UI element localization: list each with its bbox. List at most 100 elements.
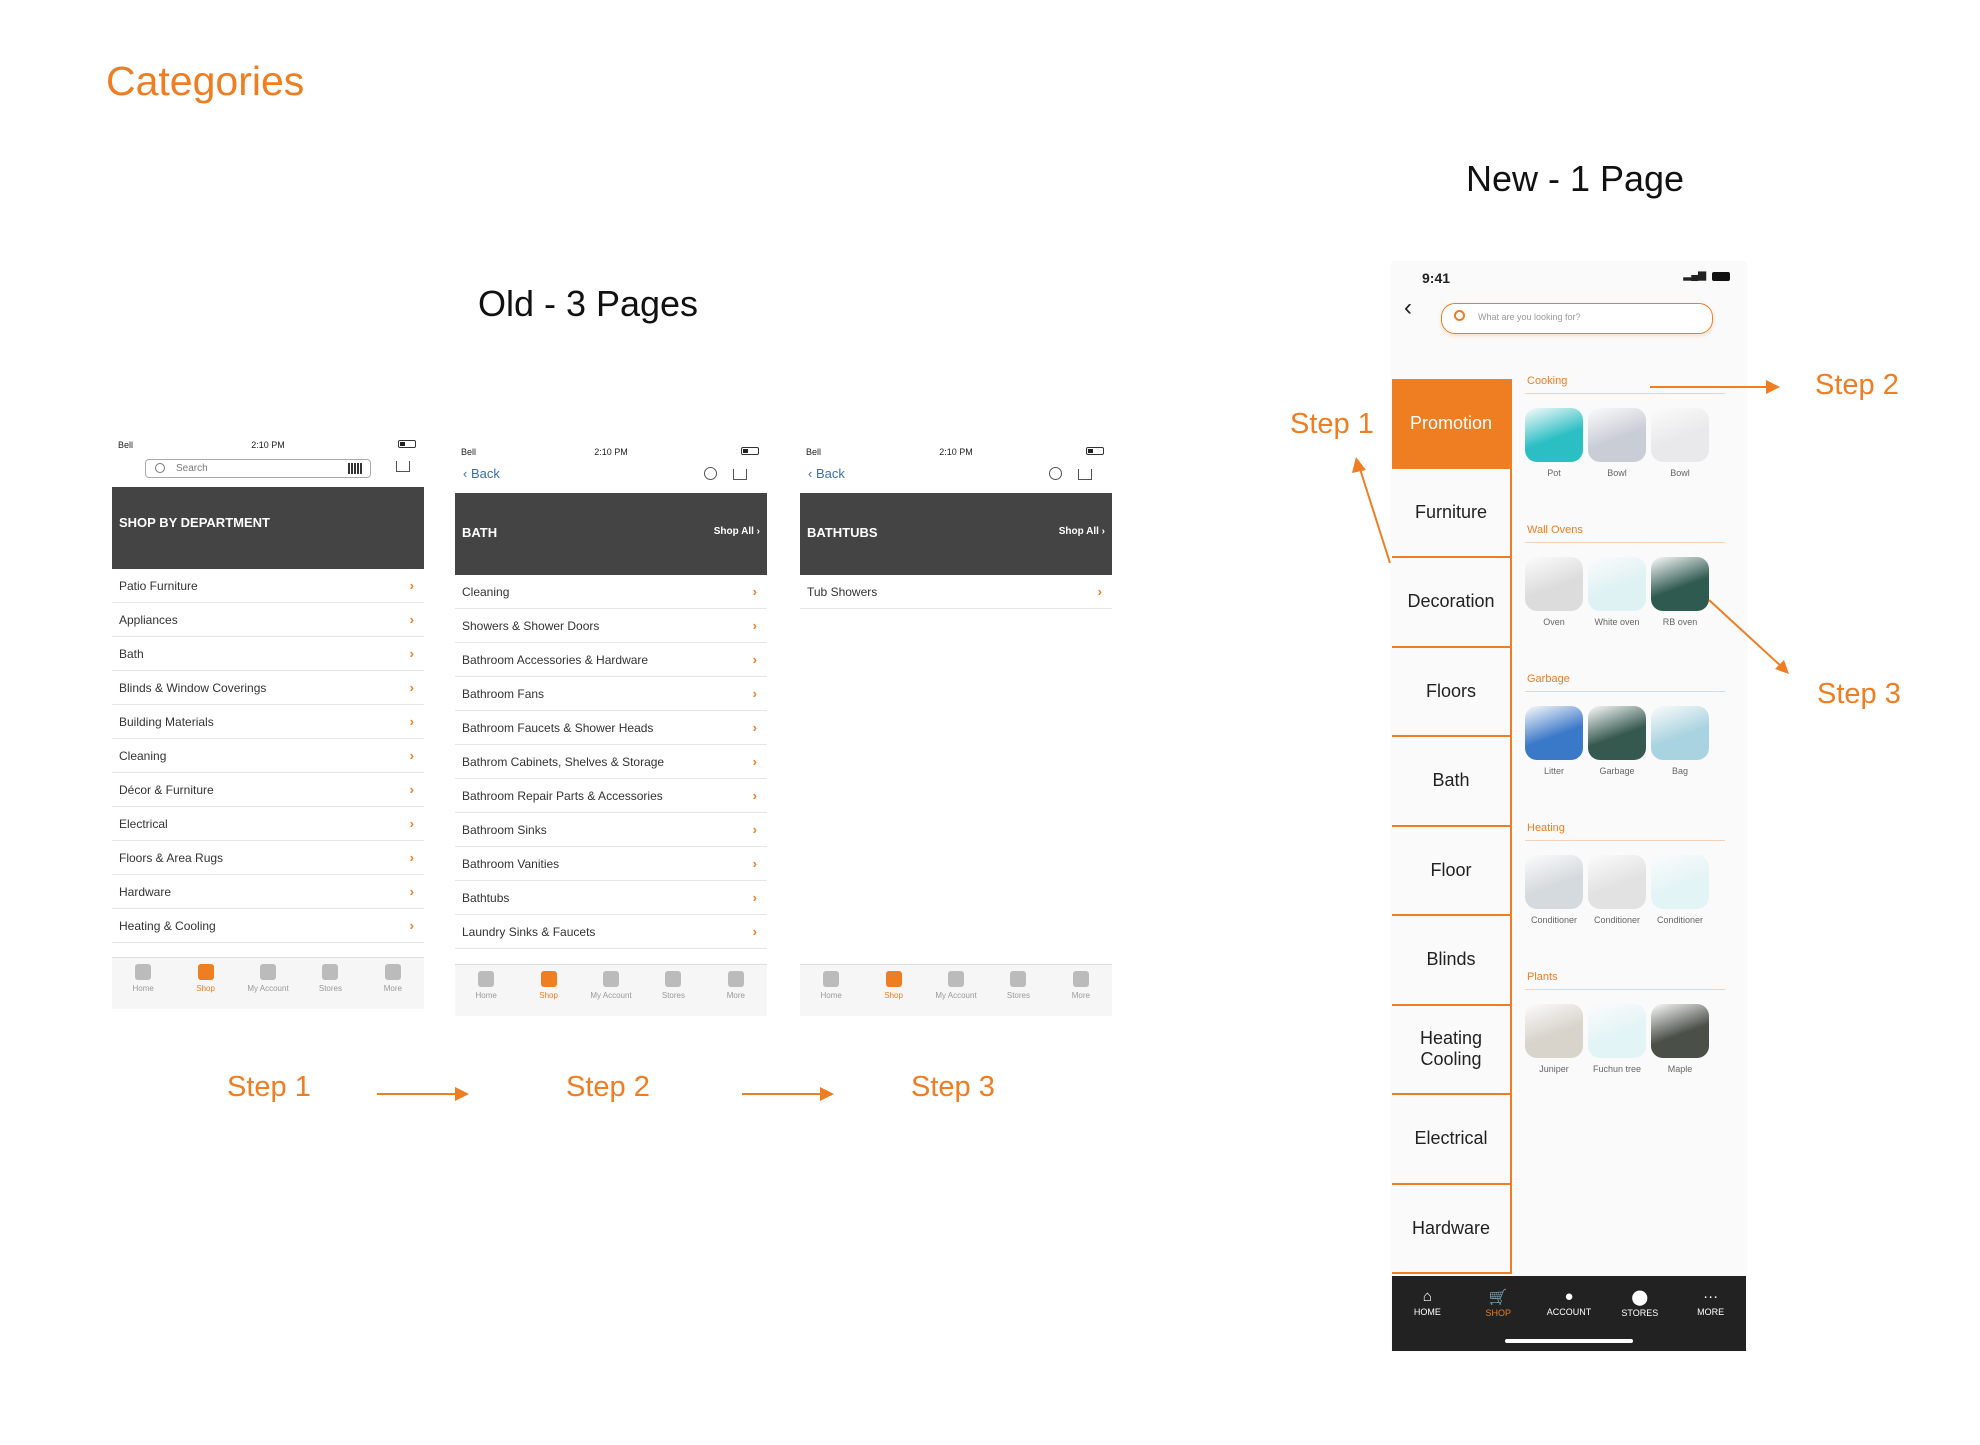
tab-my-account[interactable]: My Account xyxy=(237,958,299,1009)
battery-icon xyxy=(741,447,759,455)
tab-more[interactable]: More xyxy=(1050,965,1112,1016)
back-button[interactable]: ‹ Back xyxy=(463,466,500,481)
status-bar: Bell 2:10 PM xyxy=(455,447,767,461)
list-item-label: Appliances xyxy=(119,613,178,627)
shop-all-link[interactable]: Shop All › xyxy=(1059,526,1105,537)
list-item[interactable]: Appliances › xyxy=(112,603,424,637)
product-tile[interactable]: RB oven xyxy=(1651,557,1709,627)
section-title: Garbage xyxy=(1527,673,1570,685)
search-icon[interactable] xyxy=(1049,467,1062,480)
status-bar: Bell 2:10 PM xyxy=(112,440,424,454)
sidebar-item-decoration[interactable]: Decoration xyxy=(1392,558,1510,648)
list-item[interactable]: Bathroom Sinks › xyxy=(455,813,767,847)
list-item[interactable]: Patio Furniture › xyxy=(112,569,424,603)
list-item[interactable]: Electrical › xyxy=(112,807,424,841)
list-item[interactable]: Bath › xyxy=(112,637,424,671)
nav-more[interactable]: ··· MORE xyxy=(1675,1276,1746,1351)
tab-shop[interactable]: Shop xyxy=(517,965,579,1016)
sidebar-item-bath[interactable]: Bath xyxy=(1392,737,1510,827)
sidebar-item-heating-cooling[interactable]: Heating Cooling xyxy=(1392,1005,1510,1095)
back-button[interactable]: ‹ Back xyxy=(808,466,845,481)
list-item[interactable]: Blinds & Window Coverings › xyxy=(112,671,424,705)
barcode-icon[interactable] xyxy=(348,463,362,474)
tab-home[interactable]: Home xyxy=(455,965,517,1016)
list-item[interactable]: Tub Showers › xyxy=(800,575,1112,609)
product-tile[interactable]: White oven xyxy=(1588,557,1646,627)
list-item[interactable]: Bathroom Repair Parts & Accessories › xyxy=(455,779,767,813)
tab-label: My Account xyxy=(935,991,977,1000)
search-input[interactable]: What are you looking for? xyxy=(1441,303,1713,334)
list-item[interactable]: Cleaning › xyxy=(112,739,424,773)
product-tile[interactable]: Oven xyxy=(1525,557,1583,627)
product-tile[interactable]: Fuchun tree xyxy=(1588,1004,1646,1074)
tab-bar: Home Shop My Account Stores More xyxy=(800,964,1112,1016)
list-item[interactable]: Décor & Furniture › xyxy=(112,773,424,807)
tab-more[interactable]: More xyxy=(705,965,767,1016)
back-chevron-icon[interactable]: ‹ xyxy=(1404,294,1412,322)
list-item[interactable]: Building Materials › xyxy=(112,705,424,739)
tab-label: Stores xyxy=(1006,991,1030,1000)
old-heading: Old - 3 Pages xyxy=(477,283,699,324)
list-item[interactable]: Cleaning › xyxy=(455,575,767,609)
tab-my-account[interactable]: My Account xyxy=(925,965,987,1016)
nav-home[interactable]: ⌂ HOME xyxy=(1392,1276,1463,1351)
product-tile[interactable]: Conditioner xyxy=(1525,855,1583,925)
sidebar-item-electrical[interactable]: Electrical xyxy=(1392,1095,1510,1185)
tab-my-account[interactable]: My Account xyxy=(580,965,642,1016)
tab-shop[interactable]: Shop xyxy=(862,965,924,1016)
product-tile[interactable]: Bowl xyxy=(1651,408,1709,478)
list-item[interactable]: Heating & Cooling › xyxy=(112,909,424,943)
tab-shop[interactable]: Shop xyxy=(174,958,236,1009)
product-image xyxy=(1588,408,1646,462)
list-item[interactable]: Bathrom Cabinets, Shelves & Storage › xyxy=(455,745,767,779)
list-item[interactable]: Hardware › xyxy=(112,875,424,909)
list-item[interactable]: Bathroom Faucets & Shower Heads › xyxy=(455,711,767,745)
product-tile[interactable]: Conditioner xyxy=(1588,855,1646,925)
product-tile[interactable]: Litter xyxy=(1525,706,1583,776)
sidebar-item-hardware[interactable]: Hardware xyxy=(1392,1184,1510,1274)
chevron-right-icon: › xyxy=(752,618,757,633)
list-item[interactable]: Floors & Area Rugs › xyxy=(112,841,424,875)
list-item[interactable]: Laundry Sinks & Faucets › xyxy=(455,915,767,949)
list-item[interactable]: Bathroom Accessories & Hardware › xyxy=(455,643,767,677)
tile-row: Conditioner Conditioner Conditioner xyxy=(1525,855,1725,925)
tab-home[interactable]: Home xyxy=(800,965,862,1016)
search-input[interactable]: Search xyxy=(145,459,371,478)
shop-all-link[interactable]: Shop All › xyxy=(714,526,760,537)
product-tile[interactable]: Maple xyxy=(1651,1004,1709,1074)
product-tile[interactable]: Bag xyxy=(1651,706,1709,776)
product-tile[interactable]: Juniper xyxy=(1525,1004,1583,1074)
sidebar-item-floor[interactable]: Floor xyxy=(1392,826,1510,916)
product-tile[interactable]: Pot xyxy=(1525,408,1583,478)
tab-stores[interactable]: Stores xyxy=(642,965,704,1016)
status-time: 9:41 xyxy=(1422,270,1451,286)
product-tile[interactable]: Garbage xyxy=(1588,706,1646,776)
tab-stores[interactable]: Stores xyxy=(987,965,1049,1016)
product-image xyxy=(1651,706,1709,760)
product-tile[interactable]: Conditioner xyxy=(1651,855,1709,925)
product-label: Bowl xyxy=(1670,468,1690,478)
tab-stores[interactable]: Stores xyxy=(299,958,361,1009)
tab-home[interactable]: Home xyxy=(112,958,174,1009)
product-label: Bowl xyxy=(1607,468,1627,478)
cart-icon[interactable] xyxy=(396,461,410,472)
list-item[interactable]: Showers & Shower Doors › xyxy=(455,609,767,643)
tab-label: Stores xyxy=(661,991,685,1000)
list-item[interactable]: Bathroom Vanities › xyxy=(455,847,767,881)
sidebar-item-floors[interactable]: Floors xyxy=(1392,647,1510,737)
list-item[interactable]: Bathroom Fans › xyxy=(455,677,767,711)
product-tile[interactable]: Bowl xyxy=(1588,408,1646,478)
search-icon xyxy=(155,463,165,473)
account-icon xyxy=(603,971,620,987)
list-item-label: Décor & Furniture xyxy=(119,783,214,797)
sidebar-item-blinds[interactable]: Blinds xyxy=(1392,916,1510,1006)
product-label: Garbage xyxy=(1599,766,1635,776)
arrow-icon xyxy=(1650,380,1780,394)
search-icon[interactable] xyxy=(704,467,717,480)
cart-icon[interactable] xyxy=(1078,469,1092,480)
tab-more[interactable]: More xyxy=(362,958,424,1009)
sidebar-item-label: Blinds xyxy=(1426,949,1476,970)
cart-icon[interactable] xyxy=(733,469,747,480)
new-step-1: Step 1 xyxy=(1290,408,1374,440)
list-item[interactable]: Bathtubs › xyxy=(455,881,767,915)
